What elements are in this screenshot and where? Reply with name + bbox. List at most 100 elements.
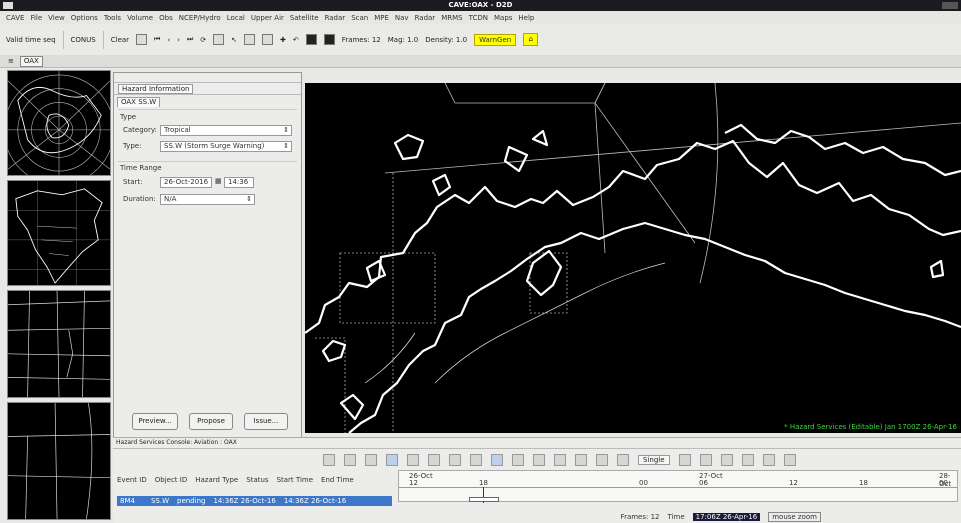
map-display[interactable]: * Hazard Services (Editable) Jan 1700Z 2… bbox=[305, 83, 961, 433]
density-select[interactable]: Density: 1.0 bbox=[425, 36, 467, 44]
filter-icon[interactable] bbox=[678, 454, 691, 466]
frames-select[interactable]: Frames: 12 bbox=[342, 36, 381, 44]
type-select[interactable]: SS.W (Storm Surge Warning) ⇕ bbox=[160, 141, 292, 152]
event-timeline[interactable]: 26-Oct 27-Oct 28-Oct 12 18 00 06 12 18 00 bbox=[398, 470, 958, 503]
first-frame-icon[interactable]: ⏮ bbox=[154, 35, 160, 44]
column-header[interactable]: End Time bbox=[321, 476, 354, 484]
menu-item[interactable]: Scan bbox=[351, 14, 368, 22]
mag-select[interactable]: Mag: 1.0 bbox=[388, 36, 419, 44]
recommender-icon[interactable] bbox=[323, 454, 335, 466]
propose-button[interactable]: Propose bbox=[189, 413, 233, 430]
timeline-hour-label: 00 bbox=[639, 479, 648, 487]
thumbnail-us-states[interactable] bbox=[7, 290, 111, 398]
next-frame-icon[interactable]: › bbox=[177, 36, 180, 44]
hazard-services-icon[interactable]: ⌂ bbox=[523, 33, 539, 46]
loop-icon[interactable]: ⟳ bbox=[200, 36, 206, 44]
window-controls[interactable] bbox=[942, 2, 958, 9]
menu-item[interactable]: Local bbox=[227, 14, 245, 22]
filter-icon[interactable] bbox=[741, 454, 754, 466]
filter-icon[interactable] bbox=[699, 454, 712, 466]
selection-mode-select[interactable]: Single bbox=[638, 455, 670, 465]
column-header[interactable]: Start Time bbox=[277, 476, 313, 484]
category-select[interactable]: Tropical ⇕ bbox=[160, 125, 292, 136]
product-icon[interactable] bbox=[386, 454, 398, 466]
table-row[interactable]: 8M4 SS.W pending 14:36Z 26-Oct-16 14:36Z 26-… bbox=[117, 496, 392, 506]
warngen-button[interactable]: WarnGen bbox=[474, 33, 517, 46]
last-frame-icon[interactable]: ⏭ bbox=[187, 35, 193, 44]
time-range-slider[interactable] bbox=[469, 497, 499, 502]
issue-button[interactable]: Issue... bbox=[244, 413, 288, 430]
blink-icon[interactable] bbox=[323, 34, 335, 45]
temporal-controls-icon[interactable] bbox=[470, 454, 482, 466]
menu-item[interactable]: Maps bbox=[494, 14, 512, 22]
zoom-icon[interactable] bbox=[244, 34, 256, 45]
move-vertex-icon[interactable] bbox=[596, 454, 608, 466]
start-time-field[interactable]: 14:36 bbox=[224, 177, 254, 188]
alaska-coastline-map bbox=[305, 83, 961, 433]
redo-icon[interactable] bbox=[449, 454, 461, 466]
calendar-icon[interactable]: ▦ bbox=[215, 177, 222, 185]
sample-icon[interactable]: ✚ bbox=[280, 36, 286, 44]
undo-icon[interactable]: ↶ bbox=[293, 36, 299, 44]
clear-icon[interactable] bbox=[136, 34, 148, 45]
undo-icon[interactable] bbox=[428, 454, 440, 466]
menu-item[interactable]: CAVE bbox=[6, 14, 24, 22]
window-menu-icon[interactable] bbox=[3, 2, 13, 9]
timeline-hour-label: 12 bbox=[789, 479, 798, 487]
tab-menu-icon[interactable]: ≡ bbox=[8, 57, 14, 65]
print-icon[interactable] bbox=[262, 34, 274, 45]
menu-item[interactable]: Volume bbox=[127, 14, 153, 22]
menu-item[interactable]: Nav bbox=[395, 14, 409, 22]
menu-item[interactable]: Radar bbox=[415, 14, 436, 22]
draw-line-icon[interactable] bbox=[554, 454, 566, 466]
menu-item[interactable]: View bbox=[48, 14, 65, 22]
settings-icon[interactable] bbox=[365, 454, 377, 466]
tab-oax[interactable]: OAX bbox=[19, 55, 43, 67]
console-title-bar: Hazard Services Console: Aviation : OAX bbox=[113, 438, 961, 449]
filter-icon[interactable] bbox=[762, 454, 775, 466]
table-cell: SS.W bbox=[150, 497, 169, 505]
column-header[interactable]: Hazard Type bbox=[195, 476, 238, 484]
filter-icon[interactable] bbox=[720, 454, 733, 466]
thumbnail-northern-hemisphere[interactable] bbox=[7, 70, 111, 176]
menu-item[interactable]: NCEP/Hydro bbox=[179, 14, 221, 22]
duration-select[interactable]: N/A ⇕ bbox=[160, 194, 255, 205]
draw-polygon-icon[interactable] bbox=[512, 454, 524, 466]
thumbnail-local-area[interactable] bbox=[7, 402, 111, 520]
menu-item[interactable]: MPE bbox=[374, 14, 389, 22]
preview-button[interactable]: Preview... bbox=[132, 413, 178, 430]
zoom-mode-select[interactable]: mouse zoom bbox=[768, 511, 821, 522]
menu-item[interactable]: MRMS bbox=[441, 14, 462, 22]
clear-button[interactable]: Clear bbox=[111, 36, 129, 44]
filter-icon[interactable] bbox=[783, 454, 796, 466]
load-mode-select[interactable]: Valid time seq bbox=[6, 36, 56, 44]
column-header[interactable]: Status bbox=[246, 476, 268, 484]
time-range-label: Time Range bbox=[120, 164, 162, 172]
scale-select[interactable]: CONUS bbox=[71, 36, 96, 44]
start-date-field[interactable]: 26-Oct-2016 bbox=[160, 177, 212, 188]
prev-frame-icon[interactable]: ‹ bbox=[167, 36, 170, 44]
select-arrow-icon[interactable] bbox=[491, 454, 503, 466]
column-header[interactable]: Object ID bbox=[155, 476, 187, 484]
draw-freehand-icon[interactable] bbox=[533, 454, 545, 466]
menu-item[interactable]: Upper Air bbox=[251, 14, 284, 22]
menu-item[interactable]: Satellite bbox=[290, 14, 319, 22]
spatial-icon[interactable] bbox=[617, 454, 629, 466]
menu-item[interactable]: TCDN bbox=[469, 14, 488, 22]
hazard-tab[interactable]: OAX SS.W bbox=[117, 97, 161, 107]
hazard-information-title[interactable]: Hazard Information bbox=[118, 83, 194, 94]
thumbnail-north-america[interactable] bbox=[7, 180, 111, 286]
image-properties-icon[interactable] bbox=[213, 34, 225, 45]
menu-item[interactable]: Help bbox=[518, 14, 534, 22]
column-header[interactable]: Event ID bbox=[117, 476, 147, 484]
draw-point-icon[interactable] bbox=[575, 454, 587, 466]
alert-icon[interactable] bbox=[407, 454, 419, 466]
pan-icon[interactable]: ↖ bbox=[231, 36, 237, 44]
tools-icon[interactable] bbox=[344, 454, 356, 466]
menu-item[interactable]: File bbox=[30, 14, 42, 22]
color-bar-icon[interactable] bbox=[305, 34, 317, 45]
menu-item[interactable]: Options bbox=[71, 14, 98, 22]
menu-item[interactable]: Radar bbox=[325, 14, 346, 22]
menu-item[interactable]: Tools bbox=[104, 14, 121, 22]
menu-item[interactable]: Obs bbox=[159, 14, 173, 22]
